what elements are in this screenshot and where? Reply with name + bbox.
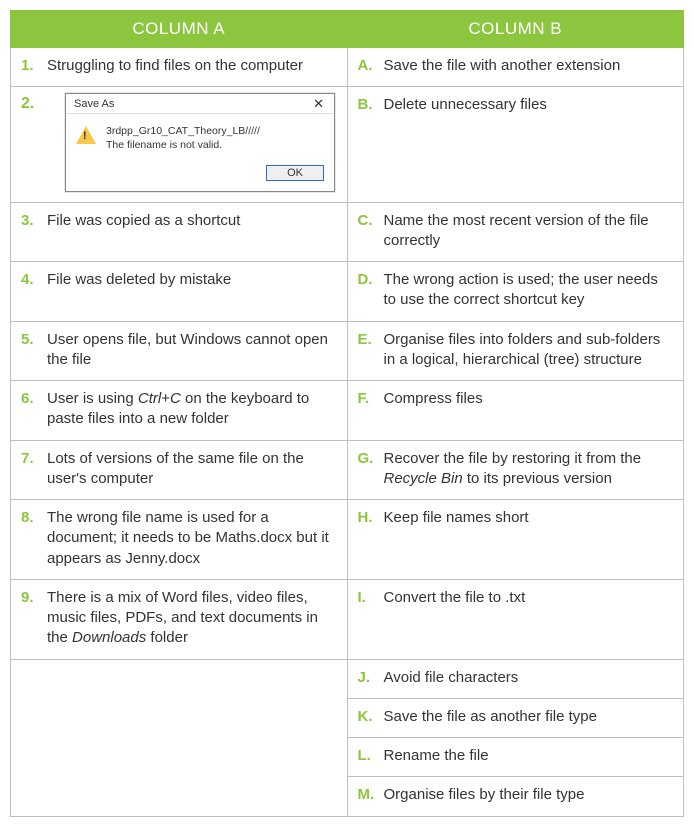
marker: D. xyxy=(358,270,384,311)
text: Save the file as another file type xyxy=(384,707,674,727)
text: Recover the file by restoring it from th… xyxy=(384,449,674,490)
dialog-line1: 3rdpp_Gr10_CAT_Theory_LB///// xyxy=(106,124,260,138)
text: Lots of versions of the same file on the… xyxy=(47,449,337,490)
text: Avoid file characters xyxy=(384,668,674,688)
marker: 9. xyxy=(21,588,47,649)
marker: 2. xyxy=(11,87,37,201)
text: File was copied as a shortcut xyxy=(47,211,337,231)
marker: H. xyxy=(358,508,384,528)
text: Convert the file to .txt xyxy=(384,588,674,608)
marker: I. xyxy=(358,588,384,608)
col-a-item: 5. User opens file, but Windows cannot o… xyxy=(11,322,347,381)
text: User opens file, but Windows cannot open… xyxy=(47,330,337,371)
text: There is a mix of Word files, video file… xyxy=(47,588,337,649)
marker: 8. xyxy=(21,508,47,569)
col-b-item: K. Save the file as another file type xyxy=(348,699,684,737)
marker: L. xyxy=(358,746,384,766)
text: Organise files into folders and sub-fold… xyxy=(384,330,674,371)
marker: M. xyxy=(358,785,384,805)
text: User is using Ctrl+C on the keyboard to … xyxy=(47,389,337,430)
dialog-line2: The filename is not valid. xyxy=(106,138,260,152)
col-b-item: C. Name the most recent version of the f… xyxy=(348,203,684,262)
col-b-item: F. Compress files xyxy=(348,381,684,419)
col-b-item: D. The wrong action is used; the user ne… xyxy=(348,262,684,321)
dialog-title: Save As xyxy=(74,98,114,110)
col-b-item: I. Convert the file to .txt xyxy=(348,580,684,618)
marker: K. xyxy=(358,707,384,727)
text: Keep file names short xyxy=(384,508,674,528)
warning-icon xyxy=(76,126,96,144)
ok-button: OK xyxy=(266,165,324,181)
col-b-item: B. Delete unnecessary files xyxy=(348,87,684,125)
header-col-a: COLUMN A xyxy=(11,11,348,48)
col-a-item: 9. There is a mix of Word files, video f… xyxy=(11,580,347,659)
close-icon: ✕ xyxy=(309,97,328,110)
col-a-item: 3. File was copied as a shortcut xyxy=(11,203,347,241)
marker: 3. xyxy=(21,211,47,231)
marker: J. xyxy=(358,668,384,688)
marker: E. xyxy=(358,330,384,371)
matching-table: COLUMN A COLUMN B 1. Struggling to find … xyxy=(10,10,684,817)
text: Struggling to find files on the computer xyxy=(47,56,337,76)
text: The wrong file name is used for a docume… xyxy=(47,508,337,569)
col-b-item: G. Recover the file by restoring it from… xyxy=(348,441,684,500)
col-a-item: 6. User is using Ctrl+C on the keyboard … xyxy=(11,381,347,440)
col-a-item: 4. File was deleted by mistake xyxy=(11,262,347,300)
col-b-item: A. Save the file with another extension xyxy=(348,48,684,86)
dialog-screenshot: Save As ✕ 3rdpp_Gr10_CAT_Theory_LB///// … xyxy=(37,87,339,201)
save-as-dialog: Save As ✕ 3rdpp_Gr10_CAT_Theory_LB///// … xyxy=(65,93,335,191)
marker: G. xyxy=(358,449,384,490)
text: Delete unnecessary files xyxy=(384,95,674,115)
marker: A. xyxy=(358,56,384,76)
marker: B. xyxy=(358,95,384,115)
marker: F. xyxy=(358,389,384,409)
text: Save the file with another extension xyxy=(384,56,674,76)
text: Organise files by their file type xyxy=(384,785,674,805)
col-b-item: M. Organise files by their file type xyxy=(348,777,684,815)
col-a-item: 1. Struggling to find files on the compu… xyxy=(11,48,347,86)
text: Name the most recent version of the file… xyxy=(384,211,674,252)
text: The wrong action is used; the user needs… xyxy=(384,270,674,311)
col-b-item: J. Avoid file characters xyxy=(348,660,684,698)
col-a-item: 8. The wrong file name is used for a doc… xyxy=(11,500,347,579)
marker: C. xyxy=(358,211,384,252)
col-a-item: 2. Save As ✕ 3rdpp_Gr10_CAT_Theory_LB///… xyxy=(11,87,347,201)
marker: 4. xyxy=(21,270,47,290)
marker: 7. xyxy=(21,449,47,490)
header-col-b: COLUMN B xyxy=(347,11,684,48)
marker: 5. xyxy=(21,330,47,371)
marker: 6. xyxy=(21,389,47,430)
text: Rename the file xyxy=(384,746,674,766)
col-a-item: 7. Lots of versions of the same file on … xyxy=(11,441,347,500)
text: File was deleted by mistake xyxy=(47,270,337,290)
col-b-item: E. Organise files into folders and sub-f… xyxy=(348,322,684,381)
marker: 1. xyxy=(21,56,47,76)
text: Compress files xyxy=(384,389,674,409)
col-b-item: L. Rename the file xyxy=(348,738,684,776)
col-b-item: H. Keep file names short xyxy=(348,500,684,538)
